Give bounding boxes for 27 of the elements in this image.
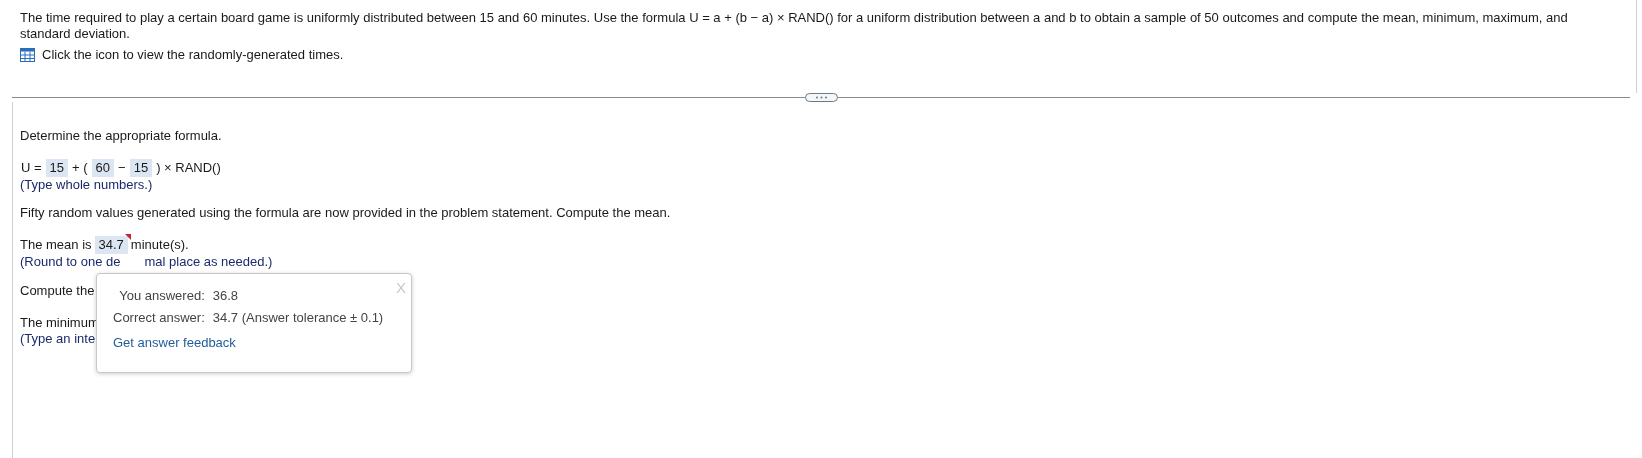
hint-text: (Type whole numbers.) [20, 177, 154, 193]
answer-field[interactable]: 60 [91, 159, 115, 177]
incorrect-marker-icon [124, 234, 131, 240]
problem-text: The time required to play a certain board game is uniformly distributed between 15 and 60 minutes. Use the formula U = a + (b − a) × RAND() for a uniform distribution between a and b to obtain a sample of 50 outcomes and compute the mean, minimum, maximum, and standard deviation. [20, 10, 1569, 42]
formula-text: + ( [72, 159, 88, 177]
formula-text: − [118, 159, 126, 177]
hint-text: (Type an inte [20, 331, 95, 347]
hint-text: mal place as needed.) [144, 254, 273, 270]
answer-field[interactable]: 34.7 [94, 236, 128, 254]
answer-label: The mean is [20, 236, 92, 254]
step-prompt: Fifty random values generated using the formula are now provided in the problem statement. Compute the mean. [20, 205, 672, 221]
data-link-text[interactable]: Click the icon to view the randomly-generated times. [42, 47, 344, 63]
formula-text: U = [21, 159, 42, 177]
unit-text: minute(s). [130, 236, 189, 254]
step-prompt: Compute the [20, 283, 95, 299]
feedback-label: Correct answer: [113, 310, 205, 326]
answer-field[interactable]: 15 [129, 159, 153, 177]
step-prompt: Determine the appropriate formula. [20, 128, 223, 144]
expand-handle-icon[interactable] [804, 93, 838, 102]
answer-field[interactable]: 15 [45, 159, 69, 177]
feedback-value: 36.8 [212, 288, 240, 304]
feedback-link[interactable]: Get answer feedback [113, 335, 236, 351]
feedback-value: 34.7 (Answer tolerance ± 0.1) [212, 310, 384, 326]
formula-text: ) × RAND() [156, 159, 221, 177]
hint-text: (Round to one de [20, 254, 121, 270]
table-icon[interactable] [20, 48, 35, 62]
feedback-label: You answered: [118, 288, 205, 304]
